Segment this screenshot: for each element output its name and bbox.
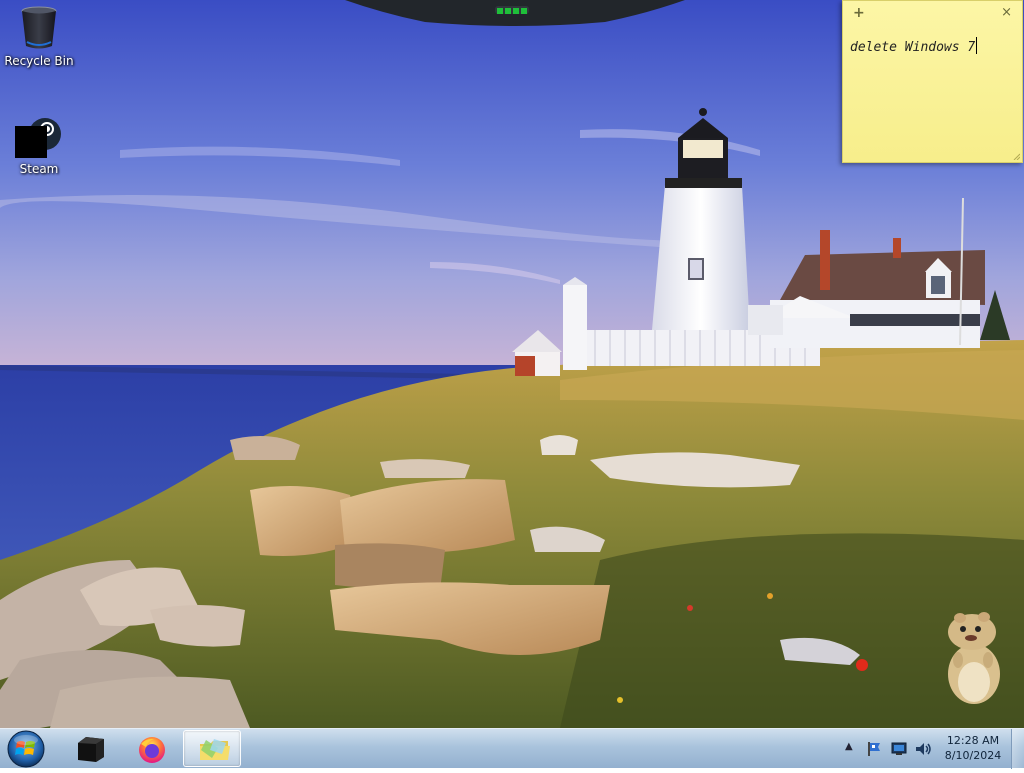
firefox-icon [139,737,165,763]
clock-date: 8/10/2024 [944,749,1002,762]
taskbar-windows-explorer[interactable] [183,730,241,767]
resize-grip-icon[interactable] [1012,152,1020,160]
folder-icon [200,739,230,760]
sticky-note[interactable]: + × delete Windows 7 [842,0,1023,163]
top-gadget-bar[interactable] [345,0,685,26]
hamster-desktop-pet[interactable] [936,604,1008,708]
taskbar-black-box-app[interactable] [60,730,118,767]
taskbar-firefox[interactable] [122,730,180,767]
show-desktop-button[interactable] [1011,729,1024,769]
steam-label: Steam [19,162,59,176]
steam-desktop-icon[interactable]: Steam [1,112,77,176]
add-note-button[interactable]: + [853,5,865,21]
windows-orb-icon [7,730,45,768]
close-note-button[interactable]: × [1001,5,1012,20]
black-cube-icon [78,737,104,762]
recycle-bin-icon [15,4,63,52]
recycle-bin-label: Recycle Bin [4,54,74,68]
sticky-note-content: delete Windows 7 [850,40,976,55]
steam-icon [15,112,63,160]
recycle-bin-desktop-icon[interactable]: Recycle Bin [1,4,77,68]
desktop[interactable]: Recycle Bin Steam + × delete Windows 7 [0,0,1024,728]
system-clock[interactable]: 12:28 AM 8/10/2024 [940,733,1006,763]
start-button[interactable] [4,729,48,769]
sticky-note-text[interactable]: delete Windows 7 [850,37,978,55]
text-caret [976,37,978,54]
volume-icon[interactable] [914,741,932,757]
network-icon[interactable] [890,741,908,757]
clock-time: 12:28 AM [946,734,1000,747]
taskbar: ▲ 12:28 AM 8/10/2024 [0,728,1024,769]
show-hidden-icons-button[interactable]: ▲ [845,741,853,752]
flag-icon[interactable] [866,741,882,757]
